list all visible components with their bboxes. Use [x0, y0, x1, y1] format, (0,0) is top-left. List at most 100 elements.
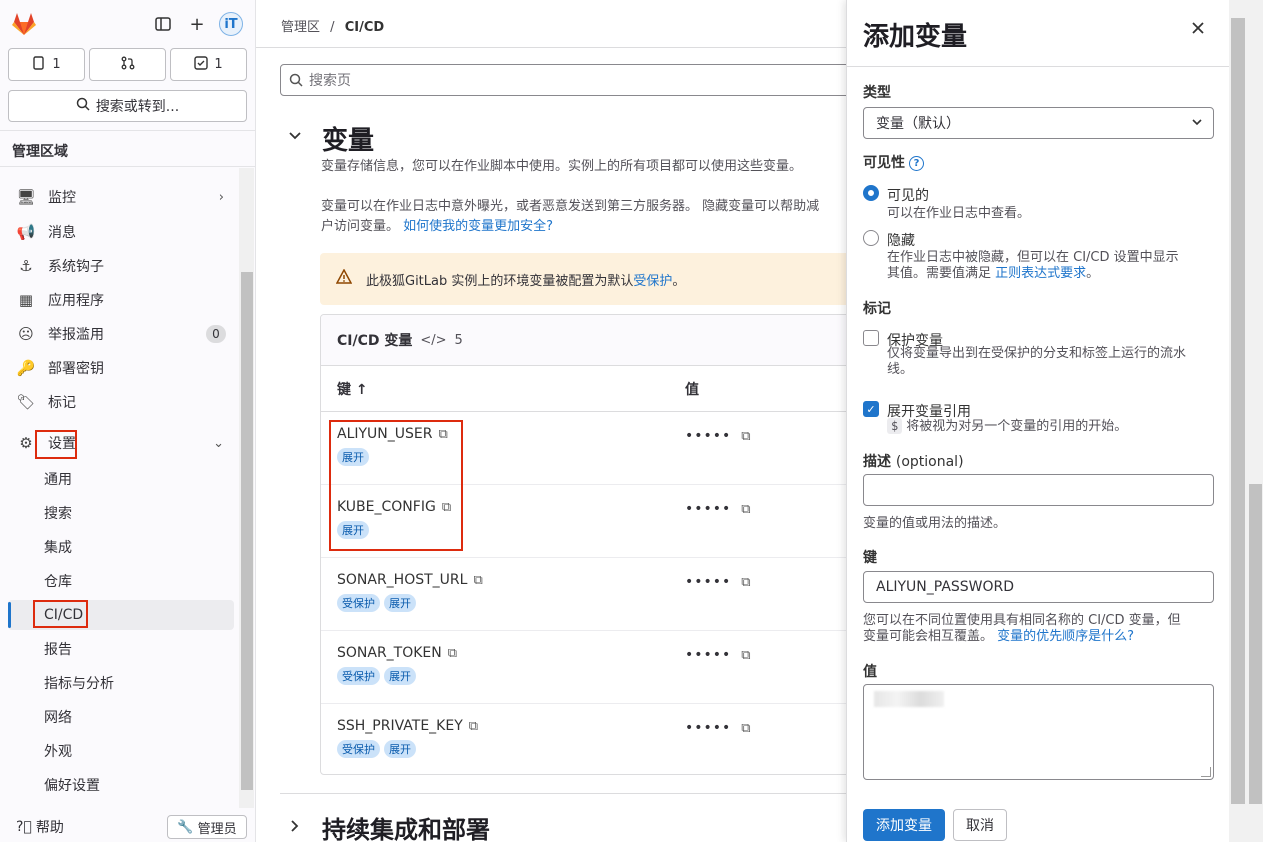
protect-variable-checkbox[interactable] — [863, 330, 879, 346]
admin-button[interactable]: 🔧 管理员 — [167, 815, 247, 839]
breadcrumb: 管理区 / CI/CD — [281, 20, 385, 35]
key-icon: 🔑 — [16, 359, 36, 377]
expand-variable-help-text: 将被视为对另一个变量的引用的开始。 — [906, 419, 1128, 434]
sidebar-item-monitoring[interactable]: 🖥 监控 › — [8, 182, 234, 212]
sidebar-subitem-network[interactable]: 网络 — [8, 702, 234, 732]
visibility-label: 可见性? — [863, 152, 924, 172]
variable-count: 5 — [454, 332, 463, 348]
sidebar-item-abuse-reports[interactable]: ☹ 举报滥用 0 — [8, 319, 234, 349]
gitlab-logo-icon[interactable] — [10, 10, 38, 38]
create-new-icon[interactable]: + — [183, 10, 211, 38]
sidebar-item-label: 系统钩子 — [48, 259, 104, 275]
search-input[interactable]: 搜索页 — [280, 64, 860, 96]
page-scrollbar-thumb[interactable] — [1249, 484, 1262, 804]
chevron-right-icon: › — [218, 189, 224, 205]
description-input[interactable] — [863, 474, 1214, 506]
sidebar-subitem-search[interactable]: 搜索 — [8, 498, 234, 528]
expand-variable-help: $ 将被视为对另一个变量的引用的开始。 — [887, 418, 1127, 435]
sidebar-item-deploy-keys[interactable]: 🔑 部署密钥 — [8, 353, 234, 383]
type-selected-value: 变量（默认） — [876, 116, 960, 132]
key-help-cont: 变量可能会相互覆盖。 变量的优先顺序是什么? — [863, 628, 1134, 645]
drawer-divider — [847, 66, 1230, 67]
sidebar-scrollbar-thumb[interactable] — [241, 272, 253, 790]
visibility-visible-label: 可见的 — [887, 188, 929, 204]
copy-icon[interactable]: ⧉ — [741, 721, 751, 736]
expanded-badge: 展开 — [384, 667, 416, 685]
sidebar-toggle-icon[interactable] — [149, 10, 177, 38]
cancel-button[interactable]: 取消 — [953, 809, 1007, 841]
visibility-visible-radio[interactable] — [863, 185, 879, 201]
sidebar-item-label: 举报滥用 — [48, 327, 104, 343]
expanded-badge: 展开 — [384, 594, 416, 612]
table-row: SONAR_HOST_URL ⧉ 受保护 展开 ••••• ⧉ — [321, 558, 859, 631]
protected-badge: 受保护 — [337, 667, 380, 685]
masked-value: ••••• — [685, 574, 732, 590]
key-help-text: 变量可能会相互覆盖。 — [863, 629, 998, 644]
issue-icon — [32, 55, 46, 74]
sidebar-item-applications[interactable]: ▦ 应用程序 — [8, 285, 234, 315]
add-variable-button[interactable]: 添加变量 — [863, 809, 945, 841]
sidebar-subitem-repository[interactable]: 仓库 — [8, 566, 234, 596]
sidebar-item-label: 部署密钥 — [48, 361, 104, 377]
expand-chevron-icon[interactable] — [288, 818, 302, 837]
drawer-scrollbar-thumb[interactable] — [1231, 18, 1245, 804]
description-label: 描述 (optional) — [863, 451, 964, 471]
protect-variable-help-cont: 线。 — [887, 362, 914, 377]
column-value: 值 — [685, 381, 699, 398]
sidebar-subitem-integrations[interactable]: 集成 — [8, 532, 234, 562]
card-title: CI/CD 变量 — [337, 333, 413, 349]
value-textarea[interactable] — [863, 684, 1214, 780]
help-button[interactable]: ?⃝ 帮助 — [16, 815, 64, 839]
column-key[interactable]: 键 ↑ — [337, 379, 685, 399]
search-button[interactable]: 搜索或转到... — [8, 90, 247, 122]
visibility-masked-help-end: 。 — [1086, 266, 1100, 281]
type-select[interactable]: 变量（默认） — [863, 107, 1214, 139]
copy-icon[interactable]: ⧉ — [469, 719, 478, 734]
copy-icon[interactable]: ⧉ — [741, 502, 751, 517]
copy-icon[interactable]: ⧉ — [741, 429, 751, 444]
resize-handle[interactable] — [1201, 767, 1211, 777]
sidebar-subitem-appearance[interactable]: 外观 — [8, 736, 234, 766]
breadcrumb-current[interactable]: CI/CD — [345, 20, 384, 35]
sidebar-item-system-hooks[interactable]: ⚓ 系统钩子 — [8, 251, 234, 281]
copy-icon[interactable]: ⧉ — [448, 646, 457, 661]
key-input[interactable]: ALIYUN_PASSWORD — [863, 571, 1214, 603]
visibility-label-text: 可见性 — [863, 155, 905, 171]
expanded-badge: 展开 — [384, 740, 416, 758]
variable-precedence-link[interactable]: 变量的优先顺序是什么? — [997, 629, 1134, 644]
sidebar-subitem-metrics[interactable]: 指标与分析 — [8, 668, 234, 698]
breadcrumb-root[interactable]: 管理区 — [281, 20, 320, 35]
sidebar-subitem-preferences[interactable]: 偏好设置 — [8, 770, 234, 800]
sidebar-item-messages[interactable]: 📢 消息 — [8, 217, 234, 247]
copy-icon[interactable]: ⧉ — [741, 648, 751, 663]
todos-count: 1 — [214, 57, 223, 72]
todos-counter-button[interactable]: 1 — [170, 48, 247, 81]
regex-requirements-link[interactable]: 正则表达式要求 — [995, 266, 1086, 281]
sidebar-subitem-general[interactable]: 通用 — [8, 464, 234, 494]
sidebar-item-label: 应用程序 — [48, 293, 104, 309]
merge-requests-counter-button[interactable] — [89, 48, 166, 81]
visibility-masked-radio[interactable] — [863, 230, 879, 246]
visibility-masked-help: 在作业日志中被隐藏，但可以在 CI/CD 设置中显示 — [887, 250, 1179, 265]
warning-alert: 此极狐GitLab 实例上的环境变量被配置为默认受保护。 — [320, 253, 860, 305]
protected-badge: 受保护 — [337, 740, 380, 758]
sidebar-item-labels[interactable]: 🏷 标记 — [8, 387, 234, 417]
next-section-title: 持续集成和部署 — [322, 816, 490, 842]
key-help: 您可以在不同位置使用具有相同名称的 CI/CD 变量，但 — [863, 613, 1181, 628]
security-help-link[interactable]: 如何使我的变量更加安全? — [403, 219, 553, 234]
help-label: 帮助 — [35, 820, 64, 836]
alert-link[interactable]: 受保护 — [633, 274, 672, 289]
avatar[interactable]: iT — [219, 12, 243, 36]
copy-icon[interactable]: ⧉ — [741, 575, 751, 590]
question-icon[interactable]: ? — [909, 155, 924, 171]
sidebar-subitem-reporting[interactable]: 报告 — [8, 634, 234, 664]
collapse-chevron-icon[interactable] — [288, 128, 302, 147]
expand-variable-checkbox[interactable]: ✓ — [863, 401, 879, 417]
flags-label: 标记 — [863, 301, 891, 317]
issues-counter-button[interactable]: 1 — [8, 48, 85, 81]
security-description: 变量可以在作业日志中意外曝光，或者恶意发送到第三方服务器。 隐藏变量可以帮助减 — [321, 199, 820, 214]
wrench-icon: 🔧 — [177, 819, 194, 835]
section-divider — [280, 793, 860, 794]
copy-icon[interactable]: ⧉ — [473, 573, 482, 588]
close-icon[interactable] — [1191, 16, 1205, 40]
